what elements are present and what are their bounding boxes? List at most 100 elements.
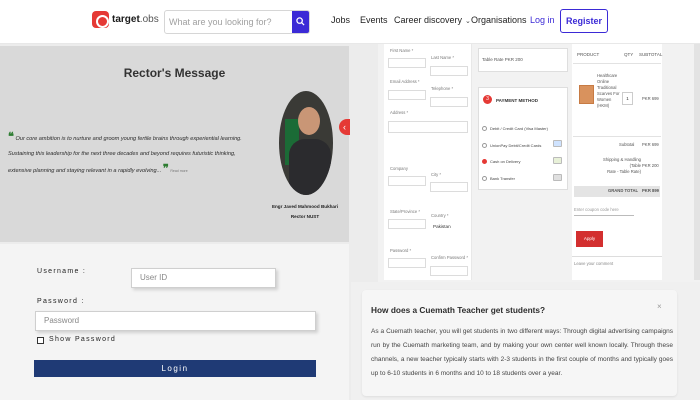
- rector-caption: Engr Javed Mahmood Bukhari Rector NUST: [256, 202, 354, 222]
- coupon-input[interactable]: Enter coupon code here: [574, 207, 634, 216]
- quote-line-1: Our core ambition is to nurture and groo…: [15, 136, 242, 142]
- product-price: PKR 699: [642, 96, 659, 101]
- target-logo-icon: [92, 11, 109, 28]
- grand-total-value: PKR 899: [642, 188, 659, 193]
- confirm-password-label: Confirm Password *: [431, 255, 469, 260]
- rector-quote: ❝ Our core ambition is to nurture and gr…: [8, 130, 244, 179]
- nav-events[interactable]: Events: [360, 15, 388, 25]
- subtotal-value: PKR 699: [642, 142, 659, 147]
- shipping-label-line: Rate - Table Rate): [607, 169, 641, 174]
- company-label: Company: [390, 166, 408, 171]
- password-field-label: Password *: [390, 248, 412, 253]
- telephone-label: Telephone *: [431, 86, 454, 91]
- apply-coupon-button[interactable]: Apply: [576, 231, 603, 247]
- cart-divider: [573, 136, 661, 137]
- bank-icon: [553, 174, 562, 181]
- login-button[interactable]: Login: [34, 360, 316, 377]
- faq-answer: As a Cuemath teacher, you will get stude…: [371, 328, 673, 377]
- country-label: Country *: [431, 213, 449, 218]
- quote-line-2: Sustaining this leadership for the next …: [8, 151, 236, 157]
- quantity-stepper[interactable]: 1: [622, 92, 633, 105]
- rector-suit: [289, 139, 331, 195]
- account-password-input[interactable]: [388, 258, 426, 268]
- city-input[interactable]: [430, 182, 468, 192]
- rector-photo: [279, 91, 333, 195]
- payment-method-title: PAYMENT METHOD: [496, 98, 539, 103]
- register-button[interactable]: Register: [560, 9, 608, 33]
- password-label: Password :: [37, 298, 85, 305]
- payment-radio-bank[interactable]: [482, 176, 487, 181]
- close-icon[interactable]: ×: [657, 302, 662, 311]
- country-select[interactable]: Pakistan: [433, 224, 451, 229]
- username-label: Username :: [37, 268, 87, 275]
- search-box: [164, 10, 310, 34]
- read-more-link[interactable]: Read more: [170, 169, 187, 173]
- show-password-checkbox[interactable]: [37, 337, 44, 344]
- cart-divider: [573, 63, 661, 64]
- password-input[interactable]: Password: [35, 311, 316, 331]
- col-product: PRODUCT: [577, 52, 600, 57]
- quote-line-3: extensive planning and staying relevant …: [8, 168, 162, 174]
- payment-option-unionpay[interactable]: UnionPay Debit/Credit Cards: [490, 143, 541, 148]
- cash-icon: [553, 157, 562, 164]
- state-label: State/Province *: [390, 209, 421, 214]
- confirm-password-input[interactable]: [430, 266, 468, 276]
- address-input[interactable]: [388, 121, 468, 133]
- last-name-input[interactable]: [430, 66, 468, 76]
- nav-career-discovery[interactable]: Career discovery ⌄: [394, 15, 471, 25]
- search-input[interactable]: [165, 11, 293, 33]
- show-password-label[interactable]: Show Password: [49, 336, 116, 343]
- rector-role: Rector NUST: [290, 214, 320, 219]
- faq-question[interactable]: How does a Cuemath Teacher get students?: [371, 305, 545, 315]
- shipping-value: PKR 200: [642, 163, 659, 168]
- rector-title: Rector's Message: [123, 66, 226, 80]
- vertical-scrollbar[interactable]: [694, 44, 700, 280]
- logo-text: target.obs: [112, 14, 159, 25]
- nav-career-discovery-label: Career discovery: [394, 15, 463, 25]
- site-header: target.obs Jobs Events Career discovery⌄…: [0, 0, 700, 44]
- first-name-label: First Name *: [390, 48, 414, 53]
- brand-logo[interactable]: target.obs: [92, 11, 159, 28]
- username-input[interactable]: User ID: [131, 268, 276, 288]
- comment-textarea[interactable]: Leave your comment: [572, 256, 662, 280]
- col-qty: QTY: [624, 52, 634, 57]
- first-name-input[interactable]: [388, 58, 426, 68]
- payment-option-cod[interactable]: Cash on Delivery: [490, 159, 520, 164]
- product-name[interactable]: Healthcare Online Traditional Scarves Fo…: [597, 73, 620, 109]
- shipping-rate[interactable]: Table Rate PKR 200: [478, 48, 568, 72]
- company-input[interactable]: [388, 176, 426, 186]
- col-subtotal: SUBTOTAL: [639, 52, 663, 57]
- product-line: (HKM): [597, 103, 610, 108]
- login-link[interactable]: Log in: [530, 15, 555, 25]
- payment-option-card[interactable]: Debit / Credit Card (Visa Master): [490, 126, 548, 131]
- chevron-left-icon[interactable]: ‹: [339, 119, 350, 135]
- email-label: Email Address *: [390, 79, 420, 84]
- product-thumbnail: [579, 85, 594, 104]
- payment-radio-unionpay[interactable]: [482, 143, 487, 148]
- nav-jobs[interactable]: Jobs: [331, 15, 350, 25]
- payment-option-bank[interactable]: Bank Transfer: [490, 176, 515, 181]
- shipping-label-line: Shipping & Handling (Table: [603, 157, 641, 168]
- quote-close-icon: ❞: [162, 163, 169, 175]
- email-input[interactable]: [388, 90, 426, 100]
- card-icon: [553, 140, 562, 147]
- grand-total-label: GRAND TOTAL: [608, 188, 639, 193]
- payment-radio-card[interactable]: [482, 126, 487, 131]
- rector-name: Engr Javed Mahmood Bukhari: [271, 204, 339, 209]
- city-label: City *: [431, 172, 442, 177]
- payment-radio-cod[interactable]: [482, 159, 487, 164]
- subtotal-label: Subtotal: [619, 142, 635, 147]
- step-badge: 3: [483, 95, 492, 104]
- address-label: Address *: [390, 110, 409, 115]
- state-input[interactable]: [388, 219, 426, 229]
- last-name-label: Last Name *: [431, 55, 455, 60]
- search-button[interactable]: [292, 11, 309, 33]
- search-icon: [296, 17, 305, 26]
- quote-icon: ❝: [8, 131, 14, 143]
- rector-message-panel: Rector's Message ❝ Our core ambition is …: [0, 46, 350, 242]
- shipping-label: Shipping & Handling (Table Rate - Table …: [601, 157, 641, 175]
- telephone-input[interactable]: [430, 97, 468, 107]
- screenshot-collage: target.obs Jobs Events Career discovery⌄…: [0, 0, 700, 400]
- nav-organisations[interactable]: Organisations: [471, 15, 527, 25]
- rector-face: [298, 107, 320, 135]
